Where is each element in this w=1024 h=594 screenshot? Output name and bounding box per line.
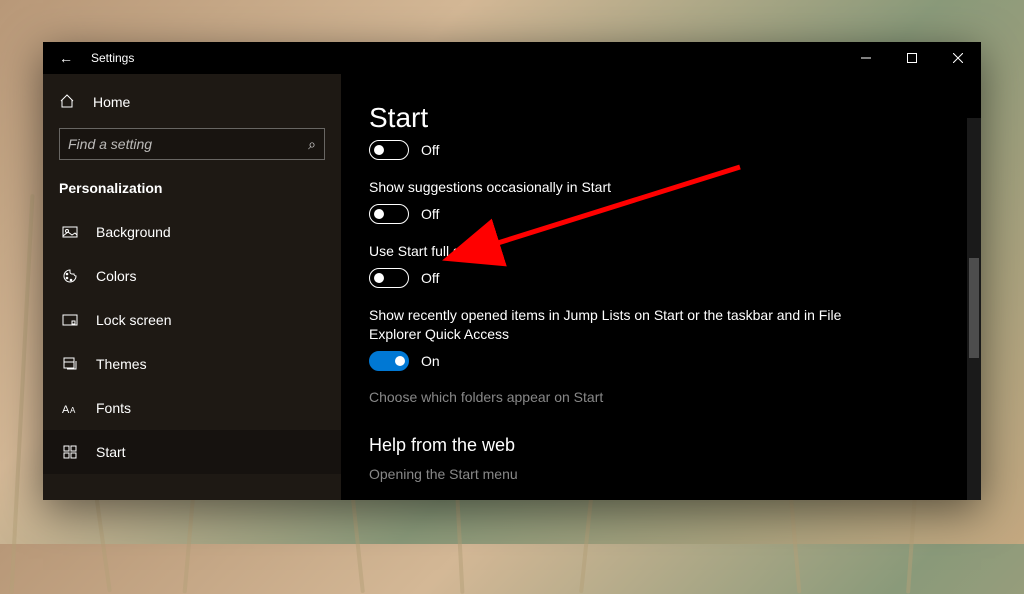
close-button[interactable] bbox=[935, 42, 981, 74]
setting-fullscreen: Use Start full screen Off bbox=[369, 242, 889, 288]
sidebar-item-lock-screen[interactable]: Lock screen bbox=[43, 298, 341, 342]
toggle-state: Off bbox=[421, 270, 439, 286]
toggle-switch[interactable] bbox=[369, 140, 409, 160]
picture-icon bbox=[62, 224, 78, 240]
setting-jumplists: Show recently opened items in Jump Lists… bbox=[369, 306, 889, 370]
sidebar-home[interactable]: Home bbox=[43, 82, 341, 122]
themes-icon bbox=[62, 356, 78, 372]
content-pane: Start Off Show suggestions occasionally … bbox=[341, 74, 981, 500]
svg-text:A: A bbox=[62, 404, 70, 415]
svg-text:A: A bbox=[70, 406, 76, 415]
sidebar-item-label: Fonts bbox=[96, 400, 131, 416]
search-input[interactable] bbox=[68, 136, 308, 152]
start-icon bbox=[62, 444, 78, 460]
search-icon: ⌕ bbox=[308, 136, 316, 153]
sidebar-item-label: Themes bbox=[96, 356, 147, 372]
settings-window: ← Settings Home ⌕ Personalization Backgr… bbox=[43, 42, 981, 500]
toggle-state: Off bbox=[421, 206, 439, 222]
setting-label: Show recently opened items in Jump Lists… bbox=[369, 306, 889, 342]
folders-link[interactable]: Choose which folders appear on Start bbox=[369, 389, 981, 405]
sidebar-item-label: Lock screen bbox=[96, 312, 171, 328]
sidebar-item-label: Colors bbox=[96, 268, 136, 284]
setting-suggestions: Show suggestions occasionally in Start O… bbox=[369, 178, 889, 224]
page-title: Start bbox=[369, 102, 981, 134]
search-box[interactable]: ⌕ bbox=[59, 128, 325, 160]
setting-label: Show suggestions occasionally in Start bbox=[369, 178, 889, 196]
sidebar-item-colors[interactable]: Colors bbox=[43, 254, 341, 298]
palette-icon bbox=[62, 268, 78, 284]
scrollbar[interactable] bbox=[967, 118, 981, 500]
toggle-state: Off bbox=[421, 142, 439, 158]
toggle-switch[interactable] bbox=[369, 268, 409, 288]
setting-row: Off bbox=[369, 140, 889, 160]
sidebar-category: Personalization bbox=[43, 170, 341, 210]
toggle-state: On bbox=[421, 353, 440, 369]
minimize-button[interactable] bbox=[843, 42, 889, 74]
scrollbar-thumb[interactable] bbox=[969, 258, 979, 358]
sidebar-item-fonts[interactable]: AA Fonts bbox=[43, 386, 341, 430]
sidebar-item-background[interactable]: Background bbox=[43, 210, 341, 254]
maximize-button[interactable] bbox=[889, 42, 935, 74]
titlebar: ← Settings bbox=[43, 42, 981, 74]
window-title: Settings bbox=[89, 51, 134, 65]
sidebar: Home ⌕ Personalization Background Colors… bbox=[43, 74, 341, 500]
home-icon bbox=[59, 93, 75, 112]
help-header: Help from the web bbox=[369, 435, 981, 456]
help-link[interactable]: Opening the Start menu bbox=[369, 466, 981, 482]
sidebar-item-label: Background bbox=[96, 224, 171, 240]
back-button[interactable]: ← bbox=[43, 50, 89, 66]
toggle-switch[interactable] bbox=[369, 351, 409, 371]
sidebar-item-start[interactable]: Start bbox=[43, 430, 341, 474]
sidebar-item-themes[interactable]: Themes bbox=[43, 342, 341, 386]
sidebar-home-label: Home bbox=[93, 94, 130, 110]
setting-label: Use Start full screen bbox=[369, 242, 889, 260]
toggle-switch[interactable] bbox=[369, 204, 409, 224]
sidebar-item-label: Start bbox=[96, 444, 126, 460]
fonts-icon: AA bbox=[62, 401, 78, 415]
lock-screen-icon bbox=[62, 312, 78, 328]
